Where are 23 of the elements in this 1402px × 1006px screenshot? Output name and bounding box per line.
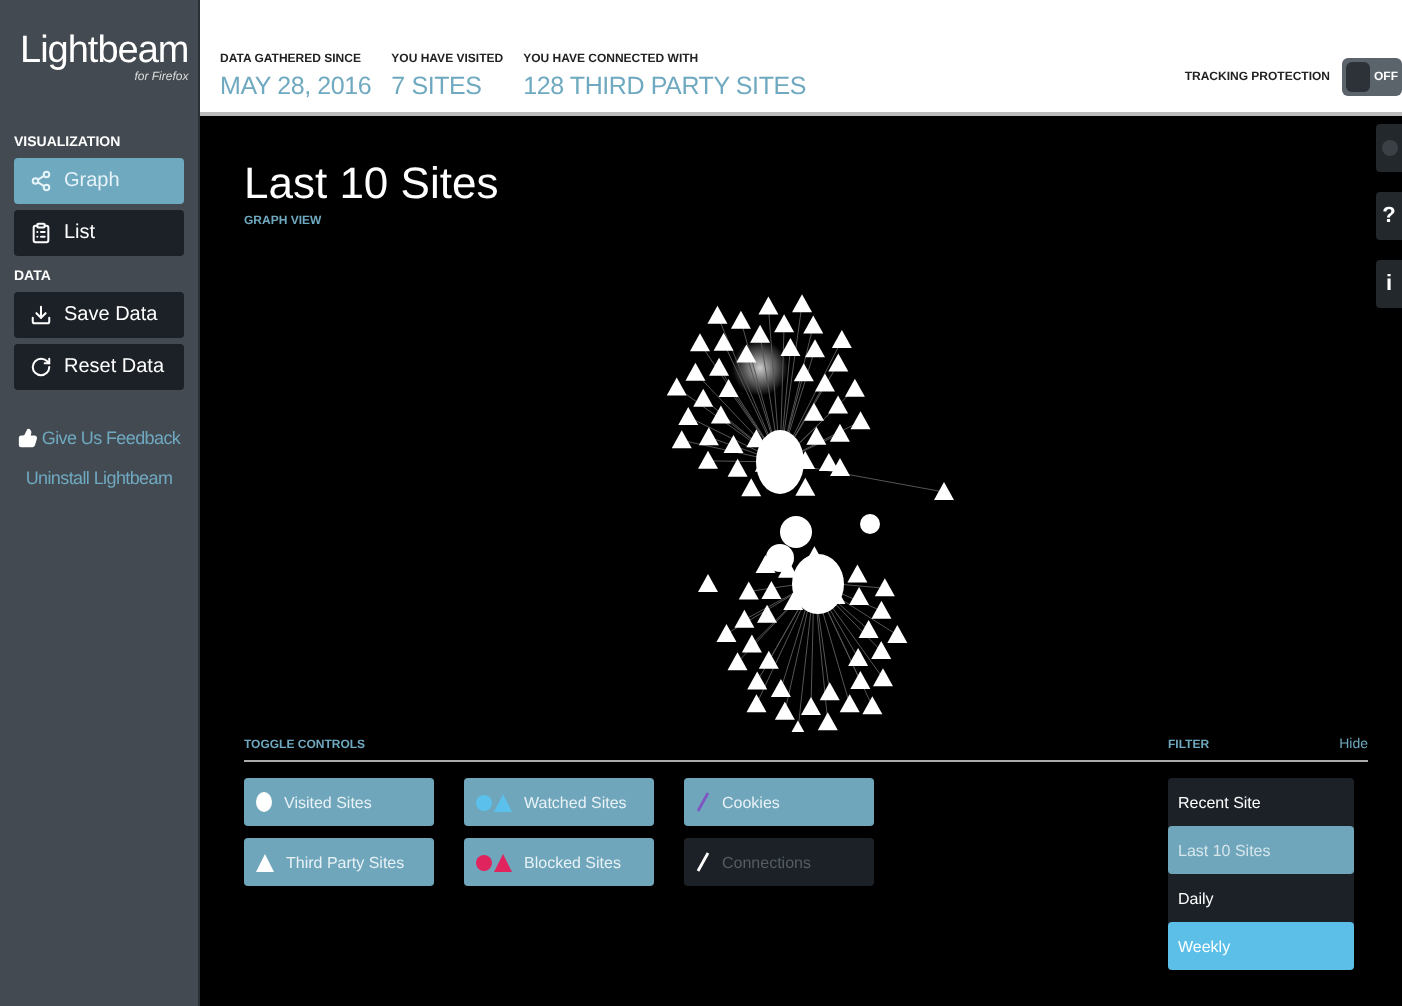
side-button[interactable]: ?	[1376, 192, 1402, 240]
sidebar-item[interactable]: Reset Data	[14, 344, 184, 390]
legend-toggle[interactable]: Visited Sites	[244, 778, 434, 826]
stat-value: 7 SITES	[391, 72, 484, 100]
legend-toggle[interactable]: Blocked Sites	[464, 838, 654, 886]
sidebar-link[interactable]: Uninstall Lightbeam	[14, 468, 184, 488]
filter-option[interactable]: Recent Site	[1168, 778, 1354, 826]
logo-text: Lightbeam	[20, 32, 189, 72]
side-button[interactable]: i	[1376, 260, 1402, 308]
legend-toggle[interactable]: Watched Sites	[464, 778, 654, 826]
stat-value: MAY 28, 2016	[220, 72, 372, 100]
view-title: Last 10 Sites	[244, 160, 501, 208]
legend-toggle[interactable]: Connections	[684, 838, 874, 886]
sidebar-link[interactable]: Give Us Feedback	[14, 428, 184, 448]
sidebar-item[interactable]: Save Data	[14, 292, 184, 338]
filter-option[interactable]: Weekly	[1168, 922, 1354, 970]
sidebar-item[interactable]: Graph	[14, 158, 184, 204]
sidebar-item[interactable]: List	[14, 210, 184, 256]
filter-option[interactable]: Daily	[1168, 874, 1354, 922]
stat-value: 128 THIRD PARTY SITES	[523, 72, 807, 100]
filter-option[interactable]: Last 10 Sites	[1168, 826, 1354, 874]
legend-toggle[interactable]: Cookies	[684, 778, 874, 826]
legend-toggle[interactable]: Third Party Sites	[244, 838, 434, 886]
